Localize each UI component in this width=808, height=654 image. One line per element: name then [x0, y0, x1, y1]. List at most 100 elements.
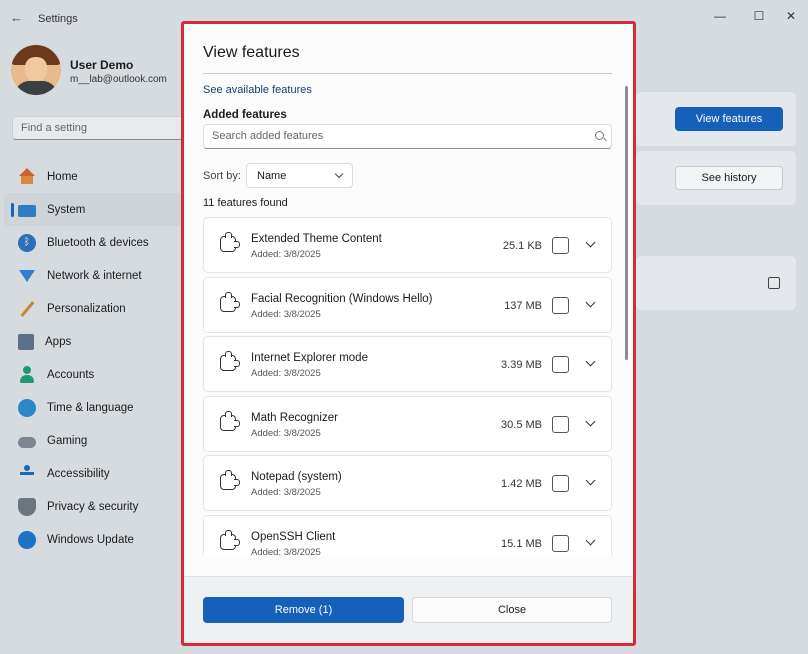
back-arrow-icon[interactable]: ←	[10, 10, 26, 26]
feature-name: Notepad (system)	[251, 471, 342, 483]
feature-added-date: Added: 3/8/2025	[251, 249, 321, 260]
app-title: Settings	[38, 13, 78, 25]
sidebar-item-personalization[interactable]: Personalization	[0, 292, 184, 325]
feature-row[interactable]: OpenSSH Client Added: 3/8/2025 15.1 MB	[203, 514, 612, 556]
time-icon	[18, 398, 36, 417]
feature-checkbox[interactable]	[552, 475, 569, 492]
feature-row[interactable]: Internet Explorer mode Added: 3/8/2025 3…	[203, 336, 612, 392]
minimize-button[interactable]: —	[708, 6, 732, 26]
feature-size: 30.5 MB	[501, 418, 542, 431]
features-found-count: 11 features found	[203, 197, 288, 209]
privacy-icon	[18, 497, 36, 516]
feature-added-date: Added: 3/8/2025	[251, 546, 321, 556]
puzzle-piece-icon	[220, 351, 240, 371]
home-icon	[18, 167, 36, 186]
feature-size: 15.1 MB	[501, 537, 542, 550]
feature-added-date: Added: 3/8/2025	[251, 368, 321, 379]
sidebar-nav: Home System ᛒ Bluetooth & devices Networ…	[0, 160, 184, 556]
feature-checkbox[interactable]	[552, 296, 569, 314]
sidebar-item-network[interactable]: Network & internet	[0, 259, 184, 292]
puzzle-piece-icon	[220, 470, 240, 490]
view-features-button[interactable]: View features	[675, 107, 783, 131]
sidebar-item-label: Apps	[45, 335, 72, 348]
chevron-down-icon[interactable]	[585, 475, 596, 486]
feature-added-date: Added: 3/8/2025	[251, 308, 321, 320]
sidebar-item-label: Accounts	[47, 368, 95, 381]
user-email: m__lab@outlook.com	[70, 74, 167, 85]
sidebar-item-gaming[interactable]: Gaming	[0, 424, 184, 457]
view-features-dialog: View features See available features Add…	[184, 24, 633, 643]
accounts-icon	[18, 365, 36, 384]
remove-button[interactable]: Remove (1)	[203, 597, 404, 623]
search-added-features-input[interactable]: Search added features	[203, 124, 612, 149]
search-icon	[595, 131, 604, 140]
feature-size: 3.39 MB	[501, 359, 542, 371]
avatar[interactable]	[11, 45, 61, 95]
sidebar-item-home[interactable]: Home	[0, 160, 184, 193]
title-divider	[203, 73, 612, 74]
feature-name: OpenSSH Client	[251, 530, 336, 543]
feature-size: 1.42 MB	[501, 478, 542, 490]
feature-checkbox[interactable]	[552, 237, 569, 254]
feature-checkbox[interactable]	[552, 415, 569, 433]
sidebar-item-label: Windows Update	[47, 533, 134, 546]
feature-list: Extended Theme Content Added: 3/8/2025 2…	[203, 217, 612, 555]
puzzle-piece-icon	[220, 291, 240, 312]
feature-row[interactable]: Notepad (system) Added: 3/8/2025 1.42 MB	[203, 455, 612, 511]
see-available-features-link[interactable]: See available features	[203, 84, 312, 96]
sidebar-item-time-language[interactable]: Time & language	[0, 391, 184, 424]
chevron-down-icon[interactable]	[585, 356, 596, 367]
sidebar-item-bluetooth[interactable]: ᛒ Bluetooth & devices	[0, 226, 184, 259]
accessibility-icon	[18, 464, 36, 483]
sidebar-item-label: Bluetooth & devices	[47, 236, 149, 249]
sidebar-item-windows-update[interactable]: Windows Update	[0, 523, 184, 556]
sidebar-item-label: Personalization	[47, 302, 126, 315]
close-button[interactable]: Close	[412, 597, 612, 623]
chevron-down-icon[interactable]	[585, 535, 596, 545]
sort-dropdown[interactable]: Name	[246, 163, 353, 188]
sidebar-item-label: Time & language	[47, 401, 134, 414]
sort-value: Name	[257, 170, 287, 182]
sidebar-item-label: Network & internet	[47, 269, 142, 282]
update-icon	[18, 530, 36, 549]
chevron-down-icon[interactable]	[585, 297, 596, 307]
sidebar-item-label: Privacy & security	[47, 500, 139, 513]
sidebar-item-label: Gaming	[47, 434, 88, 447]
sidebar-item-label: Accessibility	[47, 467, 110, 480]
system-icon	[18, 204, 36, 217]
chevron-down-icon[interactable]	[585, 416, 596, 426]
chevron-down-icon[interactable]	[585, 237, 596, 248]
puzzle-piece-icon	[220, 410, 240, 431]
feature-row[interactable]: Facial Recognition (Windows Hello) Added…	[203, 276, 612, 333]
feature-checkbox[interactable]	[552, 534, 569, 552]
feature-checkbox[interactable]	[552, 356, 569, 373]
sidebar-item-accessibility[interactable]: Accessibility	[0, 457, 184, 490]
sidebar-item-accounts[interactable]: Accounts	[0, 358, 184, 391]
feature-row[interactable]: Extended Theme Content Added: 3/8/2025 2…	[203, 217, 612, 273]
feature-added-date: Added: 3/8/2025	[251, 487, 321, 498]
sidebar-item-apps[interactable]: Apps	[0, 325, 184, 358]
external-link-icon[interactable]	[768, 277, 780, 289]
bluetooth-icon: ᛒ	[18, 233, 36, 252]
dialog-scrollbar[interactable]	[625, 86, 628, 360]
sidebar-item-label: System	[47, 203, 86, 216]
dialog-title: View features	[203, 44, 300, 61]
apps-icon	[18, 333, 34, 350]
close-window-button[interactable]: ✕	[779, 6, 803, 26]
puzzle-piece-icon	[220, 232, 240, 252]
feature-size: 25.1 KB	[502, 240, 542, 252]
sort-label: Sort by:	[203, 170, 241, 182]
find-setting-input[interactable]: Find a setting	[12, 116, 184, 140]
maximize-button[interactable]: ☐	[747, 6, 771, 26]
feature-name: Internet Explorer mode	[251, 352, 368, 364]
personalization-icon	[18, 300, 36, 318]
feature-name: Facial Recognition (Windows Hello)	[251, 292, 433, 305]
sidebar-item-privacy[interactable]: Privacy & security	[0, 490, 184, 523]
gaming-icon	[18, 436, 36, 448]
sidebar-item-system[interactable]: System	[4, 193, 184, 226]
feature-row[interactable]: Math Recognizer Added: 3/8/2025 30.5 MB	[203, 395, 612, 452]
feature-name: Extended Theme Content	[251, 233, 382, 245]
feature-name: Math Recognizer	[251, 411, 338, 424]
see-history-button[interactable]: See history	[675, 166, 783, 190]
added-features-heading: Added features	[203, 109, 287, 121]
